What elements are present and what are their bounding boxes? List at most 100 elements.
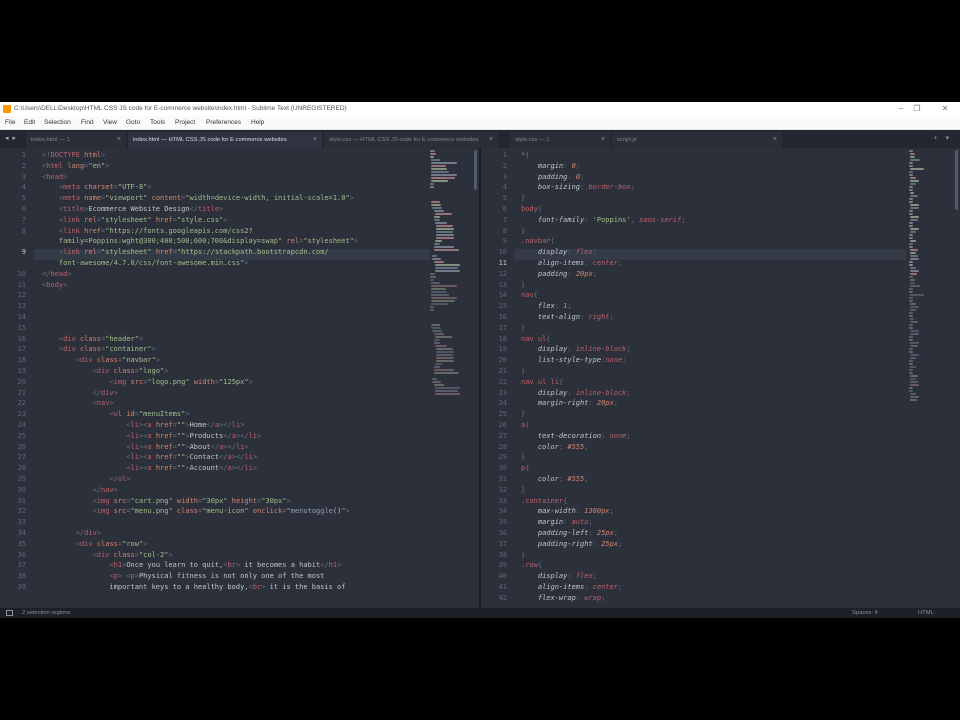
code-line[interactable]: text-align: right; (521, 312, 614, 323)
menu-item[interactable]: Tools (150, 116, 165, 129)
editor-tab[interactable]: style.css — HTML CSS JS code for E comme… (324, 132, 498, 148)
code-line[interactable]: .row{ (521, 560, 542, 571)
code-line[interactable]: <ul id="menuItems"> (42, 409, 189, 420)
code-line[interactable]: } (521, 280, 525, 291)
code-line[interactable]: nav ul{ (521, 334, 551, 345)
code-line[interactable]: <h1>Once you learn to quit,<br> it becom… (42, 560, 341, 571)
code-line[interactable]: <div class="container"> (42, 344, 156, 355)
code-line[interactable]: <link href="https://fonts.googleapis.com… (42, 226, 253, 237)
code-line[interactable]: <!DOCTYPE html> (42, 150, 105, 161)
code-line[interactable]: <meta name="viewport" content="width=dev… (42, 193, 354, 204)
code-line[interactable]: family=Poppins:wght@300;400;500;600;700&… (42, 236, 358, 247)
code-line[interactable]: important keys to a healthy body,<br> it… (42, 582, 345, 593)
code-line[interactable]: </div> (42, 528, 101, 539)
code-line[interactable]: </nav> (42, 485, 118, 496)
code-line[interactable]: align-items: center; (521, 258, 622, 269)
code-line[interactable]: <div class="header"> (42, 334, 143, 345)
tab-close-icon[interactable]: × (117, 132, 121, 148)
code-line[interactable]: } (521, 452, 525, 463)
maximize-button[interactable]: ❐ (904, 102, 930, 116)
panel-toggle-icon[interactable] (6, 610, 13, 616)
code-line[interactable]: text-decoration: none; (521, 431, 631, 442)
code-line[interactable]: padding: 0; (521, 172, 584, 183)
code-line[interactable]: display: flex; (521, 571, 597, 582)
code-line[interactable]: flex: 1; (521, 301, 572, 312)
code-line[interactable]: <img src="menu.png" class="menu-icon" on… (42, 506, 350, 517)
code-line[interactable]: align-items: center; (521, 582, 622, 593)
code-line[interactable]: <li><a href="">Contact</a></li> (42, 452, 257, 463)
tab-nav-arrows-icon[interactable]: ◂ ▸ (5, 130, 17, 148)
code-line[interactable]: .container{ (521, 496, 567, 507)
code-line[interactable]: nav{ (521, 290, 538, 301)
code-line[interactable]: p{ (521, 463, 529, 474)
code-line[interactable]: margin: 0; (521, 161, 580, 172)
code-line[interactable]: nav ul li{ (521, 377, 563, 388)
code-line[interactable]: </ul> (42, 474, 130, 485)
editor-pane-left[interactable]: 1 2 3 4 5 6 7 8 9 10 11 12 13 14 15 16 17 18 19 20 21 22 23 24 2… (0, 148, 479, 608)
syntax-status[interactable]: HTML (918, 608, 934, 618)
code-line[interactable]: <div class="logo"> (42, 366, 169, 377)
code-line[interactable]: <link rel="stylesheet" href="style.css"> (42, 215, 228, 226)
code-line[interactable]: <div class="navbar"> (42, 355, 160, 366)
code-line[interactable]: a{ (521, 420, 529, 431)
code-line[interactable]: <div class="row"> (42, 539, 148, 550)
code-line[interactable]: color: #555; (521, 442, 589, 453)
menu-item[interactable]: Find (81, 116, 94, 129)
code-line[interactable]: } (521, 485, 525, 496)
close-button[interactable]: ✕ (932, 102, 958, 116)
menu-item[interactable]: Selection (44, 116, 71, 129)
menu-item[interactable]: Project (175, 116, 195, 129)
tab-close-icon[interactable]: × (601, 132, 605, 148)
code-line[interactable]: } (521, 193, 525, 204)
code-line[interactable]: } (521, 366, 525, 377)
code-line[interactable]: box-sizing: border-box; (521, 182, 635, 193)
vertical-scrollbar[interactable] (474, 150, 477, 190)
tab-controls[interactable]: + ▾ (933, 130, 952, 148)
minimap[interactable] (909, 150, 949, 590)
code-line[interactable]: font-awesome/4.7.0/css/font-awesome.min.… (42, 258, 249, 269)
code-line[interactable]: <nav> (42, 398, 114, 409)
code-line[interactable]: </head> (42, 269, 72, 280)
vertical-scrollbar[interactable] (955, 150, 958, 210)
code-line[interactable]: <p> <p>Physical fitness is not only one … (42, 571, 324, 582)
code-line[interactable]: color: #555; (521, 474, 589, 485)
code-line[interactable]: body{ (521, 204, 542, 215)
code-line[interactable]: </div> (42, 388, 118, 399)
code-line[interactable]: } (521, 323, 525, 334)
code-line[interactable]: display: inline-block; (521, 344, 631, 355)
code-line[interactable]: <link rel="stylesheet" href="https://sta… (42, 247, 329, 258)
editor-pane-right[interactable]: 1 2 3 4 5 6 7 8 9 10 11 12 13 14 15 16 17 18 19 20 21 22 23 24 2… (481, 148, 960, 608)
tab-close-icon[interactable]: × (489, 132, 493, 148)
code-line[interactable]: list-style-type:none; (521, 355, 627, 366)
code-line[interactable]: padding-left: 25px; (521, 528, 618, 539)
code-line[interactable]: <head> (42, 172, 67, 183)
code-line[interactable]: display: flex; (521, 247, 597, 258)
editor-tab[interactable]: script.js × (612, 132, 782, 148)
menu-item[interactable]: Help (251, 116, 264, 129)
code-line[interactable]: <li><a href="">Products</a></li> (42, 431, 261, 442)
code-line[interactable]: } (521, 226, 525, 237)
menu-item[interactable]: View (103, 116, 117, 129)
code-line[interactable]: <div class="col-2"> (42, 550, 173, 561)
code-line[interactable]: *{ (521, 150, 529, 161)
code-line[interactable]: margin-right: 20px; (521, 398, 618, 409)
tab-close-icon[interactable]: × (773, 132, 777, 148)
indentation-status[interactable]: Spaces: 4 (852, 608, 878, 618)
editor-tab[interactable]: index.html — 1 × (26, 132, 126, 148)
tab-close-icon[interactable]: × (313, 132, 317, 148)
code-line[interactable]: font-family: 'Poppins', sans-serif; (521, 215, 686, 226)
code-line[interactable]: <img src="logo.png" width="125px"> (42, 377, 252, 388)
minimap[interactable] (430, 150, 470, 590)
editor-tab[interactable]: index.html — HTML CSS JS code for E comm… (128, 132, 322, 148)
code-line[interactable]: max-width: 1300px; (521, 506, 614, 517)
code-line[interactable]: <title>Ecommerce Website Design</title> (42, 204, 223, 215)
editor-tab[interactable]: style.css — 1 × (510, 132, 610, 148)
code-line[interactable]: padding: 20px; (521, 269, 597, 280)
code-line[interactable]: margin: auto; (521, 517, 593, 528)
code-line[interactable]: <li><a href="">Home</a></li> (42, 420, 244, 431)
code-line[interactable]: <li><a href="">Account</a></li> (42, 463, 257, 474)
code-line[interactable]: <li><a href="">About</a></li> (42, 442, 248, 453)
code-line[interactable]: <meta charset="UTF-8"> (42, 182, 152, 193)
menu-item[interactable]: Edit (24, 116, 35, 129)
code-line[interactable]: <img src="cart.png" width="30px" height=… (42, 496, 291, 507)
